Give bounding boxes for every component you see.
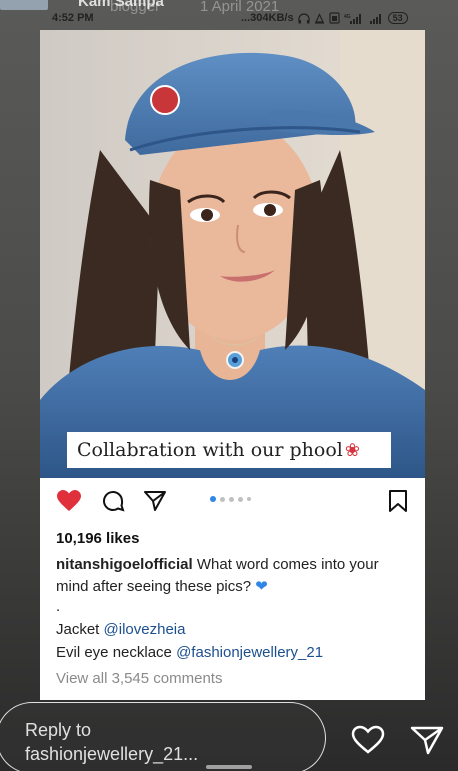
view-comments-link[interactable]: View all 3,545 comments xyxy=(56,670,222,687)
send-icon xyxy=(144,491,166,511)
caption-dot: . xyxy=(56,598,61,615)
post-card: Collabration with our phool ❀ 10,196 lik… xyxy=(40,30,425,700)
home-indicator[interactable] xyxy=(206,765,252,769)
like-count[interactable]: 10,196 likes xyxy=(56,530,139,547)
carousel-dot xyxy=(220,496,225,502)
sim-icon xyxy=(328,12,340,24)
carousel-dot xyxy=(238,496,243,502)
post-actions xyxy=(40,486,425,516)
status-bar: 4:52 PM ...304KB/s 4G 53 xyxy=(0,0,458,30)
post-caption: nitanshigoelofficial What word comes int… xyxy=(56,554,406,598)
bookmark-icon xyxy=(389,490,407,512)
alarm-icon xyxy=(314,12,324,24)
battery-icon: 53 xyxy=(387,12,408,24)
image-caption: Collabration with our phool xyxy=(77,439,343,461)
reply-placeholder-line1: Reply to xyxy=(25,720,92,740)
reply-placeholder: Reply to fashionjewellery_21... xyxy=(25,718,265,766)
necklace-label: Evil eye necklace xyxy=(56,644,172,661)
story-like-button[interactable] xyxy=(348,722,388,758)
carousel-dot xyxy=(210,496,216,502)
jacket-mention[interactable]: @ilovezheia xyxy=(104,621,186,638)
battery-level: 53 xyxy=(392,13,403,23)
network-speed: ...304KB/s xyxy=(241,12,294,24)
comment-icon xyxy=(103,491,125,512)
caption-username[interactable]: nitanshigoelofficial xyxy=(56,556,193,573)
story-send-icon xyxy=(410,726,444,755)
signal-icon xyxy=(369,13,381,24)
headphones-icon xyxy=(297,12,310,23)
status-time: 4:52 PM xyxy=(52,12,94,24)
carousel-indicator xyxy=(210,496,251,502)
necklace-mention[interactable]: @fashionjewellery_21 xyxy=(176,644,323,661)
necklace-credit: Evil eye necklace @fashionjewellery_21 xyxy=(56,644,323,661)
like-button[interactable] xyxy=(54,486,84,516)
heart-icon xyxy=(57,490,81,511)
portrait-illustration xyxy=(40,30,425,478)
hibiscus-icon: ❀ xyxy=(344,439,360,461)
status-indicators: ...304KB/s 4G 53 xyxy=(241,12,408,24)
jacket-label: Jacket xyxy=(56,621,100,638)
blue-heart-icon: ❤ xyxy=(255,578,268,595)
story-send-button[interactable] xyxy=(407,722,447,758)
svg-text:4G: 4G xyxy=(344,14,351,20)
signal-4g-icon: 4G xyxy=(344,13,361,24)
post-photo[interactable]: Collabration with our phool ❀ xyxy=(40,30,425,478)
carousel-dot xyxy=(247,497,251,501)
save-button[interactable] xyxy=(383,486,413,516)
reply-placeholder-line2: fashionjewellery_21... xyxy=(25,744,199,764)
carousel-dot xyxy=(229,496,234,502)
comment-button[interactable] xyxy=(98,486,128,516)
share-button[interactable] xyxy=(140,486,170,516)
jacket-credit: Jacket @ilovezheia xyxy=(56,621,185,638)
story-heart-icon xyxy=(351,725,385,754)
image-caption-box: Collabration with our phool ❀ xyxy=(67,432,391,468)
